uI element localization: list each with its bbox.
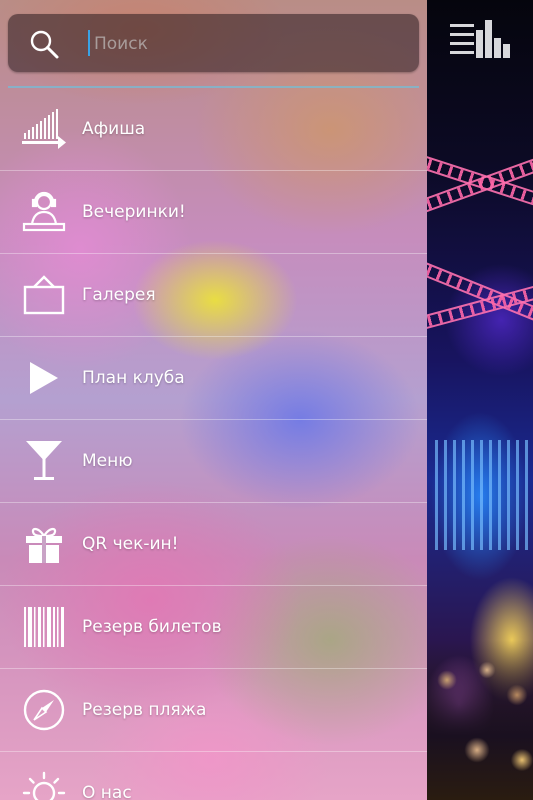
cocktail-glass-icon	[20, 437, 68, 485]
menu-item-club-plan[interactable]: План клуба	[0, 337, 427, 420]
menu-item-label: Галерея	[82, 285, 156, 305]
menu-item-qr-checkin[interactable]: QR чек-ин!	[0, 503, 427, 586]
menu-item-label: QR чек-ин!	[82, 534, 179, 554]
menu-item-menu[interactable]: Меню	[0, 420, 427, 503]
menu-item-label: Вечеринки!	[82, 202, 186, 222]
menu-item-about[interactable]: О нас	[0, 752, 427, 800]
menu-item-label: Меню	[82, 451, 133, 471]
menu-item-afisha[interactable]: Афиша	[0, 88, 427, 171]
light-panel	[435, 440, 533, 550]
club-photo-background	[427, 0, 533, 800]
menu-item-gallery[interactable]: Галерея	[0, 254, 427, 337]
crowd	[427, 640, 533, 800]
barcode-icon	[20, 603, 68, 651]
equalizer-menu-icon[interactable]	[450, 20, 512, 60]
menu-item-label: Резерв билетов	[82, 617, 222, 637]
menu-item-label: План клуба	[82, 368, 185, 388]
menu-item-label: Резерв пляжа	[82, 700, 207, 720]
picture-frame-icon	[20, 271, 68, 319]
menu-item-beach-reserve[interactable]: Резерв пляжа	[0, 669, 427, 752]
drawer-menu: Афиша Вечеринки! Галерея План клуба Меню…	[0, 88, 427, 800]
text-cursor	[88, 30, 90, 56]
gift-icon	[20, 520, 68, 568]
dj-icon	[20, 188, 68, 236]
compass-icon	[20, 686, 68, 734]
menu-item-label: О нас	[82, 783, 132, 800]
search-icon[interactable]	[28, 28, 60, 60]
menu-item-parties[interactable]: Вечеринки!	[0, 171, 427, 254]
navigation-drawer: Афиша Вечеринки!	[0, 0, 427, 800]
menu-item-ticket-reserve[interactable]: Резерв билетов	[0, 586, 427, 669]
search-bar[interactable]	[8, 14, 419, 72]
play-icon	[20, 354, 68, 402]
menu-item-label: Афиша	[82, 119, 146, 139]
events-arrow-icon	[20, 105, 68, 153]
sun-icon	[20, 769, 68, 800]
search-input[interactable]	[92, 26, 406, 62]
